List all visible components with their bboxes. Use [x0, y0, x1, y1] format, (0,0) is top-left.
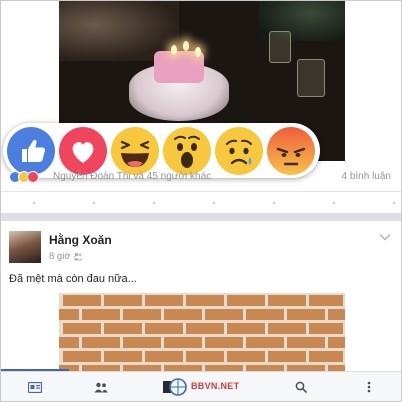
avatar[interactable] [9, 231, 41, 263]
news-feed-icon [28, 381, 42, 393]
comment-count[interactable]: 4 bình luận [342, 171, 392, 182]
post-author[interactable]: Hằng Xoăn [49, 233, 112, 247]
friends-icon [73, 252, 83, 261]
post-actions-row [1, 191, 401, 213]
love-mini-icon [27, 171, 39, 183]
post-photo-brick-wall[interactable] [59, 293, 345, 373]
reaction-summary[interactable]: Nguyễn Đoàn Thi và 45 người khác 4 bình … [1, 167, 401, 189]
search-icon [295, 381, 307, 393]
feed-post: Hằng Xoăn 8 giờ · Đã mệt mà còn đau nữa.… [1, 221, 401, 373]
nav-search[interactable] [281, 372, 321, 401]
watermark-text: BBVN.NET [191, 381, 240, 391]
more-icon [367, 381, 371, 393]
friends-icon [94, 382, 108, 392]
app-frame: Nguyễn Đoàn Thi và 45 người khác 4 bình … [0, 0, 402, 402]
post-status-text: Đã mệt mà còn đau nữa... [9, 273, 137, 285]
nav-friends[interactable] [81, 372, 121, 401]
watermark-logo: BBVN.NET [163, 377, 245, 397]
chevron-down-icon[interactable] [379, 233, 391, 241]
nav-news-feed[interactable] [15, 372, 55, 401]
post-separator [1, 213, 401, 221]
nav-more[interactable] [349, 372, 389, 401]
reaction-summary-text[interactable]: Nguyễn Đoàn Thi và 45 người khác [53, 171, 211, 182]
watermark-globe-icon [163, 378, 187, 396]
